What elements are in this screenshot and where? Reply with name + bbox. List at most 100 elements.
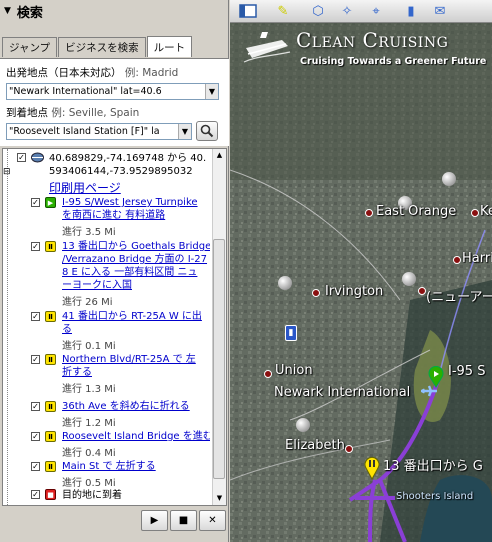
label-newark-jp[interactable]: (ニューアー: [426, 286, 492, 305]
scroll-down-icon[interactable]: ▼: [213, 492, 226, 505]
place-dot[interactable]: [418, 287, 426, 295]
step-distance: 進行 26 Mi: [62, 297, 113, 308]
google-earth-window: ▼ 検索 ジャンプ ビジネスを検索 ルート 出発地点（日本未対応） 例: Mad…: [0, 0, 492, 542]
step-distance: 進行 1.3 Mi: [62, 384, 116, 395]
label-shooters-island[interactable]: Shooters Island: [396, 491, 473, 502]
label-newark-international[interactable]: Newark International: [274, 385, 410, 400]
close-icon: ✕: [208, 515, 217, 526]
step-checkbox[interactable]: ✓: [31, 198, 40, 207]
to-combobox[interactable]: "Roosevelt Island Station [F]" la ▼: [6, 123, 192, 140]
step-instruction-link[interactable]: Roosevelt Island Bridge を進む: [62, 430, 210, 443]
search-button[interactable]: [196, 121, 218, 141]
step-checkbox[interactable]: ✓: [31, 312, 40, 321]
step-checkbox[interactable]: ✓: [31, 355, 40, 364]
to-value: "Roosevelt Island Station [F]" la: [9, 126, 160, 137]
scroll-thumb[interactable]: [213, 239, 225, 479]
label-harris[interactable]: Harris: [462, 251, 492, 266]
label-irvington[interactable]: Irvington: [325, 284, 383, 299]
step-checkbox[interactable]: ✓: [31, 432, 40, 441]
step-instruction-link[interactable]: 36th Ave を斜め右に折れる: [62, 400, 210, 413]
place-dot[interactable]: [471, 209, 479, 217]
label-union[interactable]: Union: [275, 363, 313, 378]
step-distance: 進行 0.4 Mi: [62, 448, 116, 459]
place-dot[interactable]: [365, 209, 373, 217]
3d-building-icon[interactable]: [278, 276, 292, 290]
play-tour-button[interactable]: ▶: [141, 510, 168, 531]
label-east-orange[interactable]: East Orange: [376, 204, 456, 219]
route-checkbox[interactable]: ✓: [17, 153, 26, 162]
route-step[interactable]: ✓ Ⅱ 41 番出口から RT-25A W に出 る進行 0.1 Mi: [3, 310, 211, 352]
list-scrollbar[interactable]: ▲ ▼: [212, 149, 226, 505]
path-icon: ✧: [341, 3, 353, 19]
3d-building-icon[interactable]: [442, 172, 456, 186]
print-page-link[interactable]: 印刷用ページ: [49, 179, 121, 196]
step-instruction-link[interactable]: Main St で 左折する: [62, 460, 210, 473]
collapse-node-icon[interactable]: ⊟: [3, 166, 11, 179]
overlay-button[interactable]: ⌖: [365, 1, 387, 21]
route-step[interactable]: ✓ Ⅱ 13 番出口から Goethals Bridge /Verrazano Br…: [3, 240, 211, 308]
tab-route[interactable]: ルート: [146, 36, 193, 57]
route-icon: [31, 152, 44, 163]
from-label: 出発地点（日本未対応）: [6, 67, 122, 79]
start-marker-icon[interactable]: [428, 366, 444, 388]
map-view[interactable]: ✎ ⬡ ✧ ⌖ ▮ ✉ Clean Cruising Cruising Towa…: [230, 0, 492, 542]
3d-building-icon[interactable]: [402, 272, 416, 286]
email-icon: ✉: [434, 3, 446, 19]
search-icon: [200, 124, 214, 138]
step-instruction-link[interactable]: Northern Blvd/RT-25A で 左 折する: [62, 353, 210, 379]
step-marker-icon[interactable]: [364, 456, 380, 480]
panel-header[interactable]: ▼ 検索: [0, 0, 229, 22]
place-dot[interactable]: [312, 289, 320, 297]
label-i95[interactable]: I-95 S: [448, 364, 485, 379]
turn-step-icon: Ⅱ: [45, 311, 56, 322]
from-combobox[interactable]: "Newark International" lat=40.6 ▼: [6, 83, 219, 100]
label-elizabeth[interactable]: Elizabeth: [285, 438, 345, 453]
route-step[interactable]: ✓ Ⅱ Main St で 左折する 進行 0.5 Mi: [3, 460, 211, 489]
step-instruction-link[interactable]: 41 番出口から RT-25A W に出 る: [62, 310, 210, 336]
turn-step-icon: Ⅱ: [45, 401, 56, 412]
label-ke[interactable]: Ke: [480, 204, 492, 219]
step-checkbox[interactable]: ✓: [31, 242, 40, 251]
to-label-row: 到着地点 例: Seville, Spain: [6, 105, 139, 120]
place-dot[interactable]: [453, 256, 461, 264]
route-step[interactable]: ✓ ▶ I-95 S/West Jersey Turnpike を南西に進む 有料道…: [3, 196, 211, 238]
scroll-up-icon[interactable]: ▲: [213, 149, 226, 162]
route-coords-line1: 40.689829,-74.169748 から 40.: [49, 153, 207, 164]
gas-station-icon[interactable]: ▮: [285, 325, 297, 341]
step-checkbox[interactable]: ✓: [31, 462, 40, 471]
label-exit13[interactable]: 13 番出口から G: [383, 455, 483, 474]
placemark-button[interactable]: ✎: [272, 1, 294, 21]
ruler-button[interactable]: ▮: [400, 1, 422, 21]
tab-business-search[interactable]: ビジネスを検索: [58, 37, 146, 57]
map-toolbar: ✎ ⬡ ✧ ⌖ ▮ ✉: [230, 0, 492, 23]
destination-marker-icon: ■: [45, 489, 56, 500]
step-distance: 進行 3.5 Mi: [62, 227, 116, 238]
place-dot[interactable]: [345, 445, 353, 453]
arrival-row[interactable]: ✓ ■ 目的地に到着: [3, 488, 211, 504]
place-dot[interactable]: [264, 370, 272, 378]
tab-jump[interactable]: ジャンプ: [2, 37, 58, 57]
sidebar-toggle-button[interactable]: [237, 1, 259, 21]
step-checkbox[interactable]: ✓: [31, 402, 40, 411]
3d-building-icon[interactable]: [296, 418, 310, 432]
stop-tour-button[interactable]: ■: [170, 510, 197, 531]
step-instruction-link[interactable]: I-95 S/West Jersey Turnpike を南西に進む 有料道路: [62, 196, 210, 222]
route-results-list[interactable]: ✓ 40.689829,-74.169748 から 40. 593406144,…: [2, 148, 227, 506]
route-step[interactable]: ✓ Ⅱ 36th Ave を斜め右に折れる 進行 1.2 Mi: [3, 400, 211, 429]
clear-results-button[interactable]: ✕: [199, 510, 226, 531]
polygon-button[interactable]: ⬡: [307, 1, 329, 21]
polygon-icon: ⬡: [312, 3, 324, 19]
chevron-down-icon[interactable]: ▼: [205, 84, 218, 99]
chevron-down-icon[interactable]: ▼: [178, 124, 191, 139]
turn-step-icon: Ⅱ: [45, 354, 56, 365]
from-value: "Newark International" lat=40.6: [9, 86, 162, 97]
step-instruction-link[interactable]: 13 番出口から Goethals Bridge /Verrazano Brid…: [62, 240, 210, 292]
play-icon: ▶: [150, 515, 159, 526]
route-step[interactable]: ✓ Ⅱ Northern Blvd/RT-25A で 左 折する進行 1.3 Mi: [3, 353, 211, 395]
path-button[interactable]: ✧: [336, 1, 358, 21]
step-checkbox[interactable]: ✓: [31, 490, 40, 499]
collapse-triangle-icon[interactable]: ▼: [4, 6, 11, 16]
email-button[interactable]: ✉: [429, 1, 451, 21]
brand-overlay: Clean Cruising Cruising Towards a Greene…: [242, 28, 492, 73]
route-step[interactable]: ✓ Ⅱ Roosevelt Island Bridge を進む 進行 0.4 Mi: [3, 430, 211, 459]
